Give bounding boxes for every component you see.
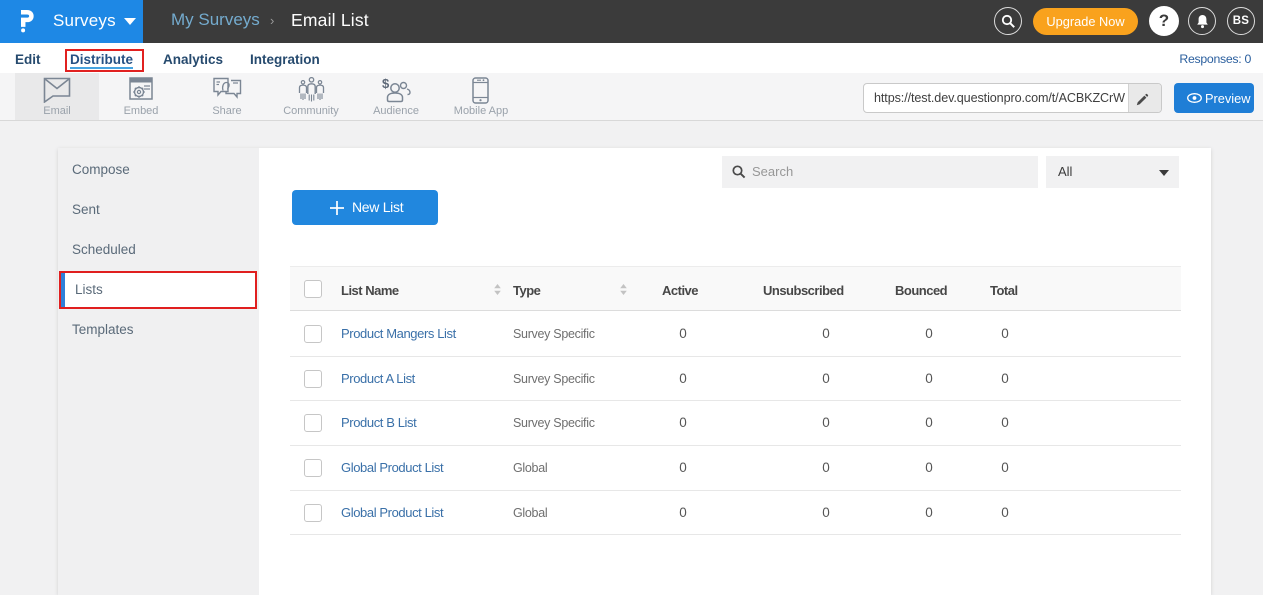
svg-text:$: $: [382, 77, 390, 91]
